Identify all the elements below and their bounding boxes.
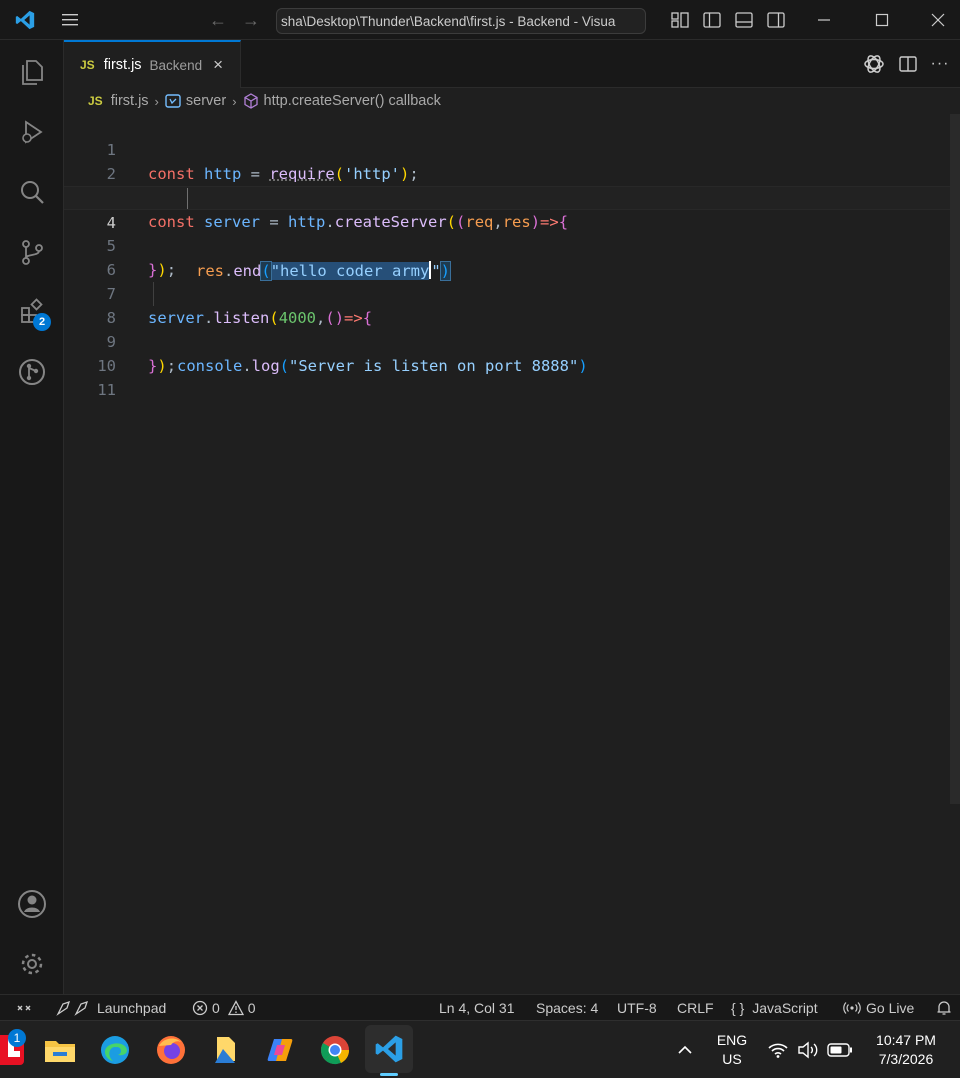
firefox-browser-icon[interactable] (150, 1029, 192, 1071)
language-code: ENG (716, 1032, 748, 1048)
windows-taskbar: 1 ENG US 10:47 PM 7/3/2026 (0, 1020, 960, 1078)
toggle-secondary-sidebar-icon[interactable] (763, 0, 789, 40)
status-bar: Launchpad 0 0 Ln 4, Col 31 Spaces: 4 UTF… (0, 994, 960, 1020)
chrome-browser-icon[interactable] (314, 1029, 356, 1071)
command-center[interactable]: sha\Desktop\Thunder\Backend\first.js - B… (276, 8, 646, 34)
extensions-badge: 2 (33, 313, 51, 331)
menu-icon[interactable] (55, 0, 85, 40)
notification-badge: 1 (8, 1029, 26, 1047)
problems-indicator[interactable]: 0 0 (192, 995, 256, 1021)
end-of-line[interactable]: CRLF (677, 995, 714, 1021)
file-app-icon[interactable] (205, 1029, 247, 1071)
indent-guide (153, 282, 154, 306)
language-indicator[interactable]: ENG US (712, 1031, 752, 1069)
chevron-right-icon: › (232, 93, 237, 109)
vscode-taskbar-icon[interactable] (365, 1025, 413, 1073)
code-line: 11 (64, 354, 950, 399)
git-graph-icon[interactable] (0, 348, 64, 396)
code-line: 10 (64, 330, 950, 375)
window-title: sha\Desktop\Thunder\Backend\first.js - B… (281, 14, 616, 29)
region-code: US (722, 1051, 742, 1067)
chevron-right-icon: › (154, 93, 159, 109)
minimize-icon[interactable] (808, 0, 840, 40)
error-icon (192, 1000, 208, 1016)
go-live-button[interactable]: Go Live (843, 995, 914, 1021)
clock[interactable]: 10:47 PM 7/3/2026 (866, 1031, 946, 1069)
show-hidden-icons-chevron-icon[interactable] (664, 1029, 706, 1071)
search-icon[interactable] (0, 168, 64, 216)
close-window-icon[interactable] (922, 0, 954, 40)
active-app-indicator (380, 1073, 398, 1076)
settings-gear-icon[interactable] (0, 940, 64, 988)
language-mode[interactable]: { } JavaScript (731, 995, 818, 1021)
tab-filename: first.js (103, 57, 142, 73)
variable-symbol-icon (165, 94, 181, 108)
indent-guide (187, 188, 188, 209)
tab-first-js[interactable]: JS first.js Backend × (64, 40, 241, 88)
launchpad-item[interactable]: Launchpad (55, 995, 166, 1021)
indentation[interactable]: Spaces: 4 (536, 995, 598, 1021)
code-line: 9 }); (64, 306, 950, 375)
activity-bar: 2 (0, 40, 64, 994)
explorer-icon[interactable] (0, 48, 64, 96)
editor-tab-bar: JS first.js Backend × ··· (64, 40, 960, 88)
editor-scrollbar[interactable] (950, 114, 960, 804)
broadcast-icon (843, 1001, 861, 1015)
remote-indicator-icon[interactable] (16, 995, 32, 1021)
battery-icon[interactable] (820, 1029, 860, 1071)
copilot-icon[interactable] (259, 1029, 301, 1071)
back-arrow-icon[interactable]: ← (205, 0, 231, 40)
method-symbol-icon (243, 93, 259, 109)
extensions-icon[interactable] (0, 288, 64, 336)
cursor-position[interactable]: Ln 4, Col 31 (439, 995, 515, 1021)
customize-layout-icon[interactable] (667, 0, 693, 40)
code-line: 3 const server = http.createServer((req,… (64, 162, 950, 231)
breadcrumb-server[interactable]: server (186, 93, 226, 109)
code-line: 1 const http = require('http'); (64, 114, 950, 183)
notifications-bell-icon[interactable] (936, 995, 952, 1021)
language-label: JavaScript (752, 1000, 818, 1016)
javascript-file-icon: JS (80, 58, 95, 72)
breadcrumb-callback[interactable]: http.createServer() callback (264, 93, 441, 109)
code-line: 8 console.log("Server is listen on port … (64, 282, 950, 375)
split-editor-icon[interactable] (894, 40, 922, 88)
go-live-label: Go Live (866, 1000, 915, 1016)
rocket-icon (55, 999, 91, 1017)
code-line-current: 4 res.end("hello coder army ") (64, 186, 950, 281)
warning-count: 0 (247, 1000, 256, 1016)
vscode-logo-icon[interactable] (8, 0, 42, 40)
encoding[interactable]: UTF-8 (617, 995, 657, 1021)
tab-description: Backend (149, 57, 203, 73)
clock-time: 10:47 PM (876, 1032, 936, 1048)
breadcrumb-file[interactable]: first.js (111, 93, 149, 109)
tab-close-icon[interactable]: × (213, 55, 223, 75)
clock-date: 7/3/2026 (878, 1051, 934, 1067)
code-line: 6 (64, 234, 950, 279)
more-actions-icon[interactable]: ··· (926, 40, 954, 88)
toggle-primary-sidebar-icon[interactable] (699, 0, 725, 40)
braces-icon: { } (731, 1000, 745, 1016)
forward-arrow-icon[interactable]: → (238, 0, 264, 40)
maximize-icon[interactable] (866, 0, 898, 40)
launchpad-label: Launchpad (97, 1000, 167, 1016)
source-control-icon[interactable] (0, 228, 64, 276)
edge-browser-icon[interactable] (94, 1029, 136, 1071)
breadcrumb-js-icon: JS (88, 94, 103, 108)
chatgpt-icon[interactable] (860, 40, 888, 88)
code-line: 2 (64, 138, 950, 183)
code-line: 7 server.listen(4000,()=>{ (64, 258, 950, 327)
file-explorer-icon[interactable] (39, 1029, 81, 1071)
breadcrumb: JS first.js › server › http.createServer… (64, 88, 960, 114)
title-bar: ← → sha\Desktop\Thunder\Backend\first.js… (0, 0, 960, 40)
run-debug-icon[interactable] (0, 108, 64, 156)
code-editor[interactable]: 1 const http = require('http'); 2 3 cons… (64, 114, 960, 994)
code-line: 5 }); (64, 210, 950, 279)
accounts-icon[interactable] (0, 880, 64, 928)
line-number: 11 (97, 381, 116, 399)
toggle-panel-icon[interactable] (731, 0, 757, 40)
error-count: 0 (212, 1000, 220, 1016)
warning-icon (227, 1000, 244, 1016)
